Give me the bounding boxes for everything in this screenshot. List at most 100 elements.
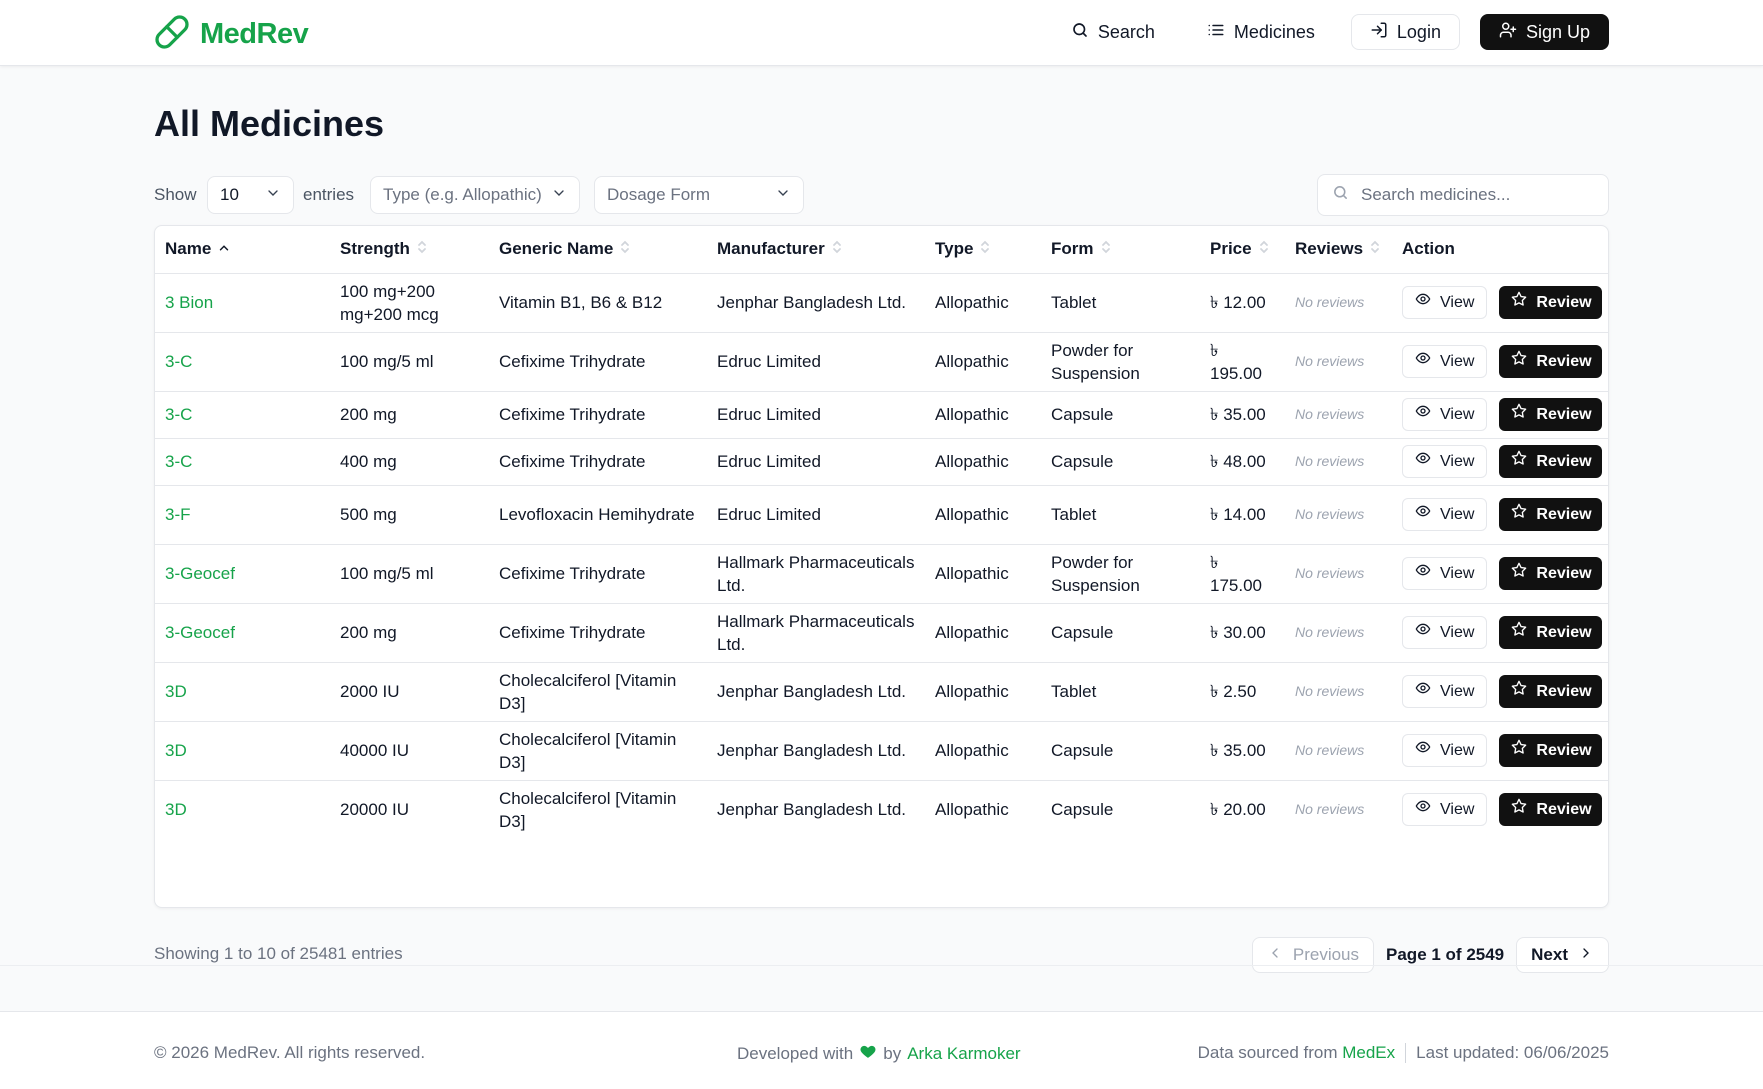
view-button[interactable]: View (1402, 616, 1488, 649)
developer-link[interactable]: Arka Karmoker (907, 1044, 1020, 1064)
list-icon (1207, 21, 1225, 44)
column-header-label: Action (1402, 239, 1455, 259)
column-header[interactable]: Reviews (1285, 226, 1392, 274)
review-button[interactable]: Review (1499, 557, 1602, 590)
review-button[interactable]: Review (1499, 398, 1602, 431)
manufacturer-cell: Edruc Limited (707, 438, 925, 486)
view-button[interactable]: View (1402, 793, 1488, 827)
view-label: View (1440, 624, 1475, 641)
view-button[interactable]: View (1402, 398, 1488, 431)
entries-label: entries (303, 185, 355, 204)
top-navbar: MedRev Search Medicines Login Sign Up (0, 0, 1763, 66)
medicine-name-link[interactable]: 3-Geocef (155, 544, 330, 604)
reviews-cell: No reviews (1285, 438, 1392, 486)
copyright-text: © 2026 MedRev. All rights reserved. (154, 1043, 426, 1062)
type-cell: Allopathic (925, 332, 1041, 392)
medicine-name-link[interactable]: 3-C (155, 391, 330, 439)
review-button[interactable]: Review (1499, 675, 1602, 708)
nav-search-link[interactable]: Search (1055, 14, 1171, 50)
reviews-cell: No reviews (1285, 485, 1392, 545)
next-page-button[interactable]: Next (1516, 937, 1609, 973)
view-label: View (1440, 683, 1475, 700)
last-updated: Last updated: 06/06/2025 (1416, 1043, 1609, 1062)
review-label: Review (1536, 294, 1592, 311)
strength-cell: 40000 IU (330, 721, 489, 781)
column-header[interactable]: Price (1200, 226, 1285, 274)
strength-cell: 100 mg+200 mg+200 mcg (330, 273, 489, 333)
action-cell: View Review (1392, 485, 1608, 545)
chevron-down-icon (265, 185, 281, 206)
review-button[interactable]: Review (1499, 734, 1602, 767)
review-button[interactable]: Review (1499, 345, 1602, 378)
review-button[interactable]: Review (1499, 616, 1602, 649)
medicine-name-link[interactable]: 3 Bion (155, 273, 330, 333)
medicine-name-link[interactable]: 3D (155, 721, 330, 781)
previous-label: Previous (1292, 945, 1360, 964)
review-button[interactable]: Review (1499, 286, 1602, 319)
table-row: 3D 20000 IU Cholecalciferol [Vitamin D3] Je… (155, 780, 1608, 839)
medicine-name-link[interactable]: 3D (155, 780, 330, 839)
signup-button[interactable]: Sign Up (1479, 14, 1609, 50)
manufacturer-cell: Jenphar Bangladesh Ltd. (707, 273, 925, 333)
view-button[interactable]: View (1402, 675, 1488, 708)
review-label: Review (1536, 353, 1592, 370)
medicine-name-link[interactable]: 3-C (155, 332, 330, 392)
price-cell: ৳ 20.00 (1210, 800, 1266, 820)
view-button[interactable]: View (1402, 345, 1488, 378)
view-button[interactable]: View (1402, 557, 1488, 590)
type-cell: Allopathic (935, 800, 1009, 820)
table-row: 3-F 500 mg Levofloxacin Hemihydrate Edruc L… (155, 485, 1608, 545)
review-label: Review (1536, 742, 1592, 759)
table-row: 3-C 200 mg Cefixime Trihydrate Edruc Limite… (155, 391, 1608, 439)
review-button[interactable]: Review (1499, 445, 1602, 478)
view-button[interactable]: View (1402, 734, 1488, 767)
column-header[interactable]: Generic Name (489, 226, 707, 274)
divider (1405, 1043, 1407, 1063)
review-button[interactable]: Review (1499, 498, 1602, 531)
medicine-name-link[interactable]: 3D (155, 662, 330, 722)
column-header-label: Strength (340, 238, 410, 258)
previous-page-button[interactable]: Previous (1251, 937, 1375, 973)
column-header[interactable]: Type (925, 226, 1041, 274)
medicines-table: Name Strength Generic Name Manufacturer Type… (154, 225, 1609, 908)
medicine-name-link[interactable]: 3-F (155, 485, 330, 545)
review-button[interactable]: Review (1499, 793, 1602, 827)
login-button[interactable]: Login (1350, 14, 1460, 50)
view-button[interactable]: View (1402, 445, 1488, 478)
medicine-name-link[interactable]: 3-Geocef (155, 603, 330, 663)
next-label: Next (1531, 945, 1568, 964)
review-label: Review (1536, 565, 1592, 582)
column-header[interactable]: Manufacturer (707, 226, 925, 274)
column-header[interactable]: Name (155, 226, 330, 274)
review-label: Review (1536, 801, 1592, 819)
review-label: Review (1536, 624, 1592, 641)
medicine-name-link[interactable]: 3-C (155, 438, 330, 486)
manufacturer-cell: Jenphar Bangladesh Ltd. (707, 721, 925, 781)
table-row: 3-C 100 mg/5 ml Cefixime Trihydrate Edruc L… (155, 332, 1608, 392)
dosage-form-filter-select[interactable]: Dosage Form (594, 176, 804, 214)
view-button[interactable]: View (1402, 498, 1488, 531)
form-cell: Capsule (1051, 800, 1114, 820)
type-cell: Allopathic (925, 485, 1041, 545)
nav-medicines-link[interactable]: Medicines (1191, 14, 1331, 50)
action-cell: View Review (1392, 721, 1608, 781)
column-header[interactable]: Strength (330, 226, 489, 274)
form-cell: Tablet (1041, 485, 1200, 545)
source-link[interactable]: MedEx (1342, 1043, 1395, 1062)
form-cell: Tablet (1041, 662, 1200, 722)
star-icon (1511, 291, 1527, 314)
eye-icon (1415, 450, 1431, 473)
entries-per-page-select[interactable]: 10 (207, 176, 294, 214)
sort-icon (416, 239, 428, 260)
user-plus-icon (1499, 21, 1517, 44)
review-label: Review (1536, 453, 1592, 470)
medicine-search-input[interactable]: Search medicines... (1317, 174, 1609, 216)
sort-ascending-icon (217, 240, 231, 260)
table-row: 3D 2000 IU Cholecalciferol [Vitamin D3] Jen… (155, 662, 1608, 722)
type-filter-select[interactable]: Type (e.g. Allopathic) (370, 176, 580, 214)
column-header[interactable]: Form (1041, 226, 1200, 274)
sort-icon (1100, 239, 1112, 260)
action-cell: View Review (1392, 780, 1608, 839)
view-button[interactable]: View (1402, 286, 1488, 319)
logo[interactable]: MedRev (154, 14, 309, 55)
